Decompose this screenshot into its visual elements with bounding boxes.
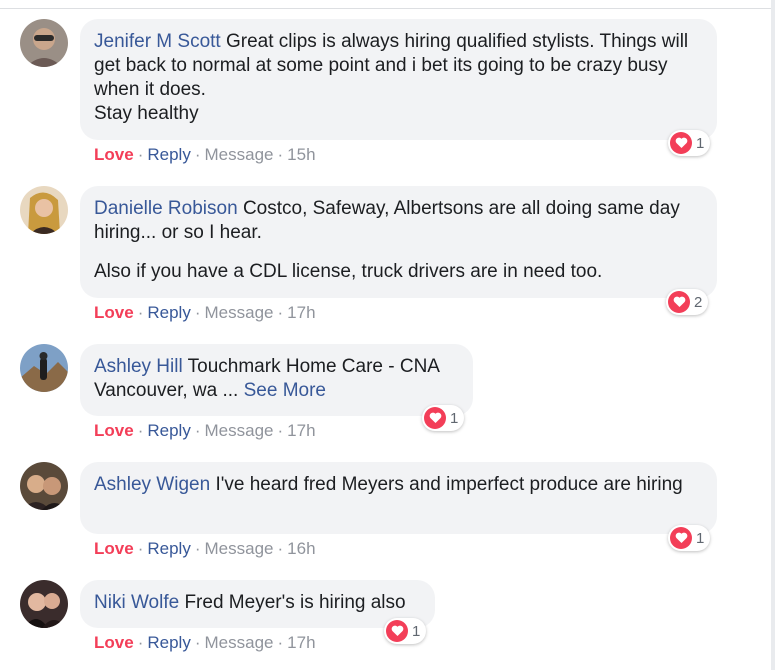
- reaction-summary[interactable]: 1: [384, 618, 427, 644]
- love-button[interactable]: Love: [94, 145, 134, 164]
- avatar[interactable]: [20, 580, 68, 628]
- comment-bubble: Ashley Hill Touchmark Home Care - CNA Va…: [80, 344, 473, 416]
- separator: ·: [137, 303, 144, 322]
- separator: ·: [277, 633, 284, 652]
- timestamp[interactable]: 17h: [287, 421, 315, 440]
- heart-icon: [670, 132, 692, 154]
- heart-icon: [386, 620, 408, 642]
- separator: ·: [137, 145, 144, 164]
- reaction-summary[interactable]: 2: [666, 289, 709, 315]
- comment-actions: Love · Reply · Message · 17h: [94, 633, 316, 653]
- separator: ·: [277, 145, 284, 164]
- avatar[interactable]: [20, 462, 68, 510]
- love-button[interactable]: Love: [94, 303, 134, 322]
- separator: ·: [194, 421, 201, 440]
- separator: ·: [137, 633, 144, 652]
- love-button[interactable]: Love: [94, 633, 134, 652]
- author-name[interactable]: Danielle Robison: [94, 198, 238, 219]
- message-button[interactable]: Message: [205, 633, 274, 652]
- separator: ·: [277, 539, 284, 558]
- separator: ·: [277, 303, 284, 322]
- top-border: [0, 0, 775, 9]
- comment-text: Stay healthy: [94, 103, 199, 124]
- timestamp[interactable]: 17h: [287, 633, 315, 652]
- separator: ·: [194, 633, 201, 652]
- comment-text: Also if you have a CDL license, truck dr…: [94, 261, 603, 282]
- see-more-link[interactable]: See More: [244, 380, 326, 401]
- comment-actions: Love · Reply · Message · 17h: [94, 421, 316, 441]
- comment-text: Fred Meyer's is hiring also: [184, 592, 406, 613]
- heart-icon: [668, 291, 690, 313]
- author-name[interactable]: Ashley Wigen: [94, 474, 210, 495]
- separator: ·: [194, 539, 201, 558]
- reaction-count: 1: [412, 622, 421, 640]
- reaction-summary[interactable]: 1: [668, 130, 711, 156]
- heart-icon: [424, 407, 446, 429]
- reply-button[interactable]: Reply: [147, 539, 190, 558]
- separator: ·: [194, 303, 201, 322]
- reply-button[interactable]: Reply: [147, 303, 190, 322]
- author-name[interactable]: Niki Wolfe: [94, 592, 179, 613]
- timestamp[interactable]: 16h: [287, 539, 315, 558]
- separator: ·: [277, 421, 284, 440]
- separator: ·: [137, 421, 144, 440]
- message-button[interactable]: Message: [205, 145, 274, 164]
- timestamp[interactable]: 15h: [287, 145, 315, 164]
- comment-actions: Love · Reply · Message · 16h: [94, 539, 316, 559]
- comment-actions: Love · Reply · Message · 15h: [94, 145, 316, 165]
- reply-button[interactable]: Reply: [147, 633, 190, 652]
- reply-button[interactable]: Reply: [147, 421, 190, 440]
- heart-icon: [670, 527, 692, 549]
- love-button[interactable]: Love: [94, 539, 134, 558]
- timestamp[interactable]: 17h: [287, 303, 315, 322]
- love-button[interactable]: Love: [94, 421, 134, 440]
- message-button[interactable]: Message: [205, 303, 274, 322]
- avatar[interactable]: [20, 19, 68, 67]
- author-name[interactable]: Ashley Hill: [94, 356, 183, 377]
- comment-bubble: Danielle Robison Costco, Safeway, Albert…: [80, 186, 717, 298]
- comment-bubble: Jenifer M Scott Great clips is always hi…: [80, 19, 717, 140]
- avatar[interactable]: [20, 344, 68, 392]
- message-button[interactable]: Message: [205, 421, 274, 440]
- reaction-summary[interactable]: 1: [668, 525, 711, 551]
- reaction-count: 1: [696, 134, 705, 152]
- reaction-count: 2: [694, 293, 703, 311]
- comment-bubble: Ashley Wigen I've heard fred Meyers and …: [80, 462, 717, 534]
- comment-bubble: Niki Wolfe Fred Meyer's is hiring also: [80, 580, 435, 628]
- comment-actions: Love · Reply · Message · 17h: [94, 303, 316, 323]
- reply-button[interactable]: Reply: [147, 145, 190, 164]
- reaction-count: 1: [696, 529, 705, 547]
- avatar[interactable]: [20, 186, 68, 234]
- message-button[interactable]: Message: [205, 539, 274, 558]
- comment-text: I've heard fred Meyers and imperfect pro…: [215, 474, 683, 495]
- reaction-count: 1: [450, 409, 459, 427]
- separator: ·: [194, 145, 201, 164]
- author-name[interactable]: Jenifer M Scott: [94, 31, 221, 52]
- scrollbar-track[interactable]: [771, 0, 775, 670]
- comment-paragraph: Danielle Robison Costco, Safeway, Albert…: [94, 197, 702, 245]
- separator: ·: [137, 539, 144, 558]
- reaction-summary[interactable]: 1: [422, 405, 465, 431]
